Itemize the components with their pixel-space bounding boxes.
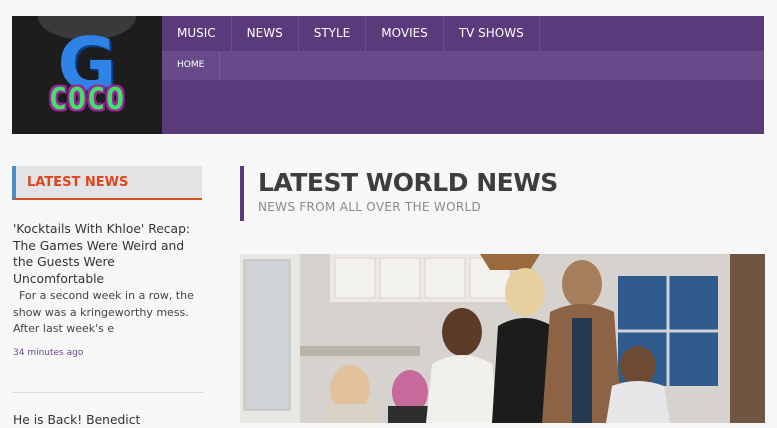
featured-image[interactable] <box>240 254 765 423</box>
nav-item-style[interactable]: STYLE <box>299 16 367 51</box>
sidebar-divider <box>13 392 203 393</box>
article-timestamp: 34 minutes ago <box>13 348 84 358</box>
logo-word: COCO <box>48 82 126 117</box>
latest-news-heading-label: LATEST NEWS <box>27 175 129 190</box>
site-header: G COCO MUSIC NEWS STYLE MOVIES TV SHOWS … <box>12 16 764 134</box>
main-nav: MUSIC NEWS STYLE MOVIES TV SHOWS <box>162 16 540 51</box>
nav-item-movies[interactable]: MOVIES <box>366 16 444 51</box>
nav-item-news[interactable]: NEWS <box>232 16 299 51</box>
title-accent-bar <box>240 166 244 221</box>
page-subtitle: NEWS FROM ALL OVER THE WORLD <box>258 200 482 214</box>
nav-item-tv-shows[interactable]: TV SHOWS <box>444 16 540 51</box>
site-logo[interactable]: G COCO <box>12 16 162 134</box>
nav-item-home[interactable]: HOME <box>162 51 221 80</box>
article-title-link-2[interactable]: He is Back! Benedict <box>13 412 203 428</box>
article-excerpt: For a second week in a row, the show was… <box>13 289 194 335</box>
featured-image-scene <box>240 254 765 423</box>
page-title: LATEST WORLD NEWS <box>258 168 558 197</box>
sub-nav: HOME <box>162 51 764 80</box>
nav-item-music[interactable]: MUSIC <box>162 16 232 51</box>
article-title-link[interactable]: 'Kocktails With Khloe' Recap: The Games … <box>13 221 203 287</box>
latest-news-heading: LATEST NEWS <box>12 166 202 200</box>
